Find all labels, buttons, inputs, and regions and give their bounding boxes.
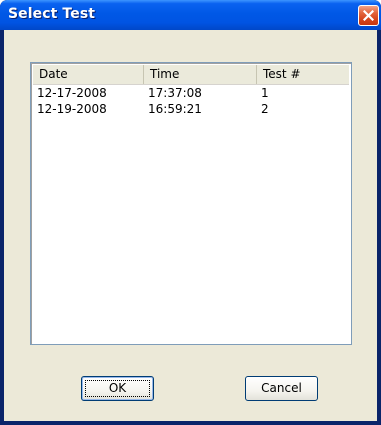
- test-number-cell: 1: [261, 86, 269, 100]
- test-number-cell: 2: [261, 102, 269, 116]
- time-cell: 16:59:21: [148, 102, 202, 116]
- ok-button-label: OK: [108, 381, 127, 395]
- dialog-body: Date Time Test # 12-17-2008 17:37:08 1 1…: [4, 30, 377, 421]
- column-header-test-number[interactable]: Test #: [257, 65, 349, 84]
- date-cell: 12-17-2008: [37, 86, 107, 100]
- list-item[interactable]: 12-17-2008 17:37:08 1: [33, 85, 349, 101]
- close-button[interactable]: [358, 5, 379, 26]
- close-icon: [363, 10, 374, 21]
- cancel-button[interactable]: Cancel: [245, 376, 318, 401]
- column-header-date[interactable]: Date: [33, 65, 144, 84]
- cancel-button-label: Cancel: [261, 381, 302, 395]
- column-header-time[interactable]: Time: [144, 65, 257, 84]
- select-test-dialog: Select Test Date Time Test # 12-17-2008 …: [0, 0, 381, 425]
- test-list[interactable]: Date Time Test # 12-17-2008 17:37:08 1 1…: [30, 62, 352, 345]
- list-item[interactable]: 12-19-2008 16:59:21 2: [33, 101, 349, 117]
- ok-button[interactable]: OK: [81, 376, 154, 401]
- window-title: Select Test: [8, 6, 96, 22]
- list-header: Date Time Test #: [33, 65, 349, 85]
- title-bar[interactable]: Select Test: [0, 0, 381, 30]
- time-cell: 17:37:08: [148, 86, 202, 100]
- date-cell: 12-19-2008: [37, 102, 107, 116]
